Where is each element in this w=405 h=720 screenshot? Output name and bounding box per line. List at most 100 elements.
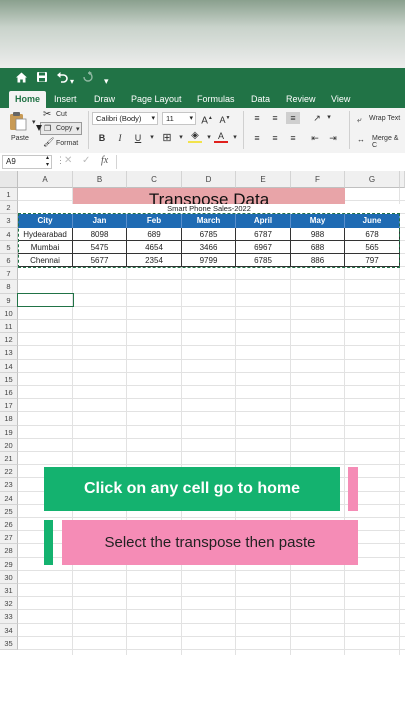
- align-top-icon[interactable]: ≡: [250, 112, 264, 124]
- row-header-4[interactable]: 4: [0, 227, 18, 241]
- row-header-26[interactable]: 26: [0, 518, 18, 532]
- row-header-19[interactable]: 19: [0, 425, 18, 439]
- row-header-1[interactable]: 1: [0, 188, 18, 202]
- tab-draw[interactable]: Draw: [94, 93, 115, 105]
- row-header-31[interactable]: 31: [0, 584, 18, 598]
- column-header-f[interactable]: F: [291, 171, 345, 188]
- align-middle-icon[interactable]: ≡: [268, 112, 282, 124]
- row-header-6[interactable]: 6: [0, 254, 18, 268]
- column-header-d[interactable]: D: [182, 171, 236, 188]
- row-header-13[interactable]: 13: [0, 346, 18, 360]
- font-size-select[interactable]: 11 ▾: [162, 112, 196, 125]
- italic-button[interactable]: I: [113, 132, 127, 144]
- underline-dropdown-icon[interactable]: ▾: [145, 132, 159, 144]
- row-header-11[interactable]: 11: [0, 320, 18, 334]
- active-cell-a9[interactable]: [17, 292, 74, 307]
- tab-view[interactable]: View: [331, 93, 350, 105]
- row-header-27[interactable]: 27: [0, 531, 18, 545]
- bottom-blank-area: [0, 655, 405, 720]
- tab-formulas[interactable]: Formulas: [197, 93, 235, 105]
- row-header-3[interactable]: 3: [0, 214, 18, 228]
- row-header-22[interactable]: 22: [0, 465, 18, 479]
- row-header-21[interactable]: 21: [0, 452, 18, 466]
- row-header-2[interactable]: 2: [0, 201, 18, 215]
- borders-icon[interactable]: ⊞: [160, 132, 174, 144]
- column-header-h[interactable]: [400, 171, 405, 188]
- font-name-select[interactable]: Calibri (Body) ▾: [92, 112, 158, 125]
- row-header-23[interactable]: 23: [0, 478, 18, 492]
- wrap-text-button[interactable]: Wrap Text: [369, 115, 400, 122]
- save-icon[interactable]: [36, 71, 48, 87]
- copy-button[interactable]: Copy: [56, 125, 72, 132]
- row-header-14[interactable]: 14: [0, 359, 18, 373]
- row-header-30[interactable]: 30: [0, 570, 18, 584]
- tab-insert[interactable]: Insert: [54, 93, 77, 105]
- tab-home[interactable]: Home: [9, 91, 47, 108]
- row-header-20[interactable]: 20: [0, 438, 18, 452]
- row-header-25[interactable]: 25: [0, 504, 18, 518]
- align-bottom-icon[interactable]: ≡: [286, 112, 300, 124]
- undo-icon[interactable]: [56, 71, 69, 87]
- cut-button[interactable]: Cut: [56, 111, 67, 118]
- underline-button[interactable]: U: [131, 132, 145, 144]
- cancel-icon[interactable]: ✕: [64, 155, 72, 166]
- redo-icon[interactable]: [82, 71, 94, 87]
- row-header-34[interactable]: 34: [0, 623, 18, 637]
- font-color-icon[interactable]: A: [214, 131, 228, 143]
- row-header-8[interactable]: 8: [0, 280, 18, 294]
- column-header-b[interactable]: B: [73, 171, 127, 188]
- row-header-15[interactable]: 15: [0, 372, 18, 386]
- copy-dropdown-icon[interactable]: ▾: [76, 125, 80, 133]
- row-header-28[interactable]: 28: [0, 544, 18, 558]
- row-header-35[interactable]: 35: [0, 636, 18, 650]
- merge-center-button[interactable]: Merge & C: [372, 135, 405, 149]
- copy-button-frame[interactable]: ❐ Copy ▾: [40, 122, 82, 135]
- row-header-12[interactable]: 12: [0, 333, 18, 347]
- home-icon[interactable]: [15, 71, 28, 88]
- row-header-29[interactable]: 29: [0, 557, 18, 571]
- row-gridline: [18, 345, 405, 347]
- row-header-24[interactable]: 24: [0, 491, 18, 505]
- row-header-16[interactable]: 16: [0, 386, 18, 400]
- scissors-icon[interactable]: ✂: [43, 109, 51, 120]
- row-header-10[interactable]: 10: [0, 306, 18, 320]
- align-right-icon[interactable]: ≡: [286, 132, 300, 144]
- borders-dropdown-icon[interactable]: ▾: [174, 132, 188, 144]
- tab-page-layout[interactable]: Page Layout: [131, 93, 182, 105]
- orientation-dropdown-icon[interactable]: ▾: [322, 112, 336, 124]
- select-all-corner[interactable]: [0, 171, 18, 188]
- decrease-indent-icon[interactable]: ⇤: [308, 132, 322, 144]
- bold-button[interactable]: B: [95, 132, 109, 144]
- column-header-e[interactable]: E: [236, 171, 291, 188]
- tab-data[interactable]: Data: [251, 93, 270, 105]
- enter-icon[interactable]: ✓: [82, 155, 90, 166]
- row-header-9[interactable]: 9: [0, 293, 18, 307]
- format-painter-icon[interactable]: 🖌: [43, 137, 54, 148]
- row-header-33[interactable]: 33: [0, 610, 18, 624]
- column-header-g[interactable]: G: [345, 171, 400, 188]
- font-color-dropdown-icon[interactable]: ▾: [228, 132, 242, 144]
- name-box[interactable]: A9 ▴ ▾: [2, 155, 52, 169]
- column-header-a[interactable]: A: [18, 171, 73, 188]
- row-header-32[interactable]: 32: [0, 597, 18, 611]
- formula-input[interactable]: [116, 155, 405, 169]
- row-header-5[interactable]: 5: [0, 240, 18, 254]
- paste-icon[interactable]: [9, 111, 27, 136]
- tab-review[interactable]: Review: [286, 93, 316, 105]
- function-icon[interactable]: fx: [101, 155, 108, 166]
- fill-color-icon[interactable]: ◈: [188, 131, 202, 143]
- increase-font-icon[interactable]: A▲: [200, 112, 214, 126]
- row-header-18[interactable]: 18: [0, 412, 18, 426]
- paste-button[interactable]: Paste: [11, 135, 29, 142]
- row-header-7[interactable]: 7: [0, 267, 18, 281]
- increase-indent-icon[interactable]: ⇥: [326, 132, 340, 144]
- customize-icon[interactable]: ▾: [104, 73, 109, 89]
- format-painter-button[interactable]: Format: [56, 140, 78, 147]
- align-center-icon[interactable]: ≡: [268, 132, 282, 144]
- align-left-icon[interactable]: ≡: [250, 132, 264, 144]
- row-header-17[interactable]: 17: [0, 399, 18, 413]
- decrease-font-icon[interactable]: A▼: [218, 112, 232, 125]
- undo-dropdown-icon[interactable]: ▾: [70, 74, 74, 90]
- column-header-c[interactable]: C: [127, 171, 182, 188]
- paste-dropdown-icon[interactable]: ▾: [32, 118, 36, 126]
